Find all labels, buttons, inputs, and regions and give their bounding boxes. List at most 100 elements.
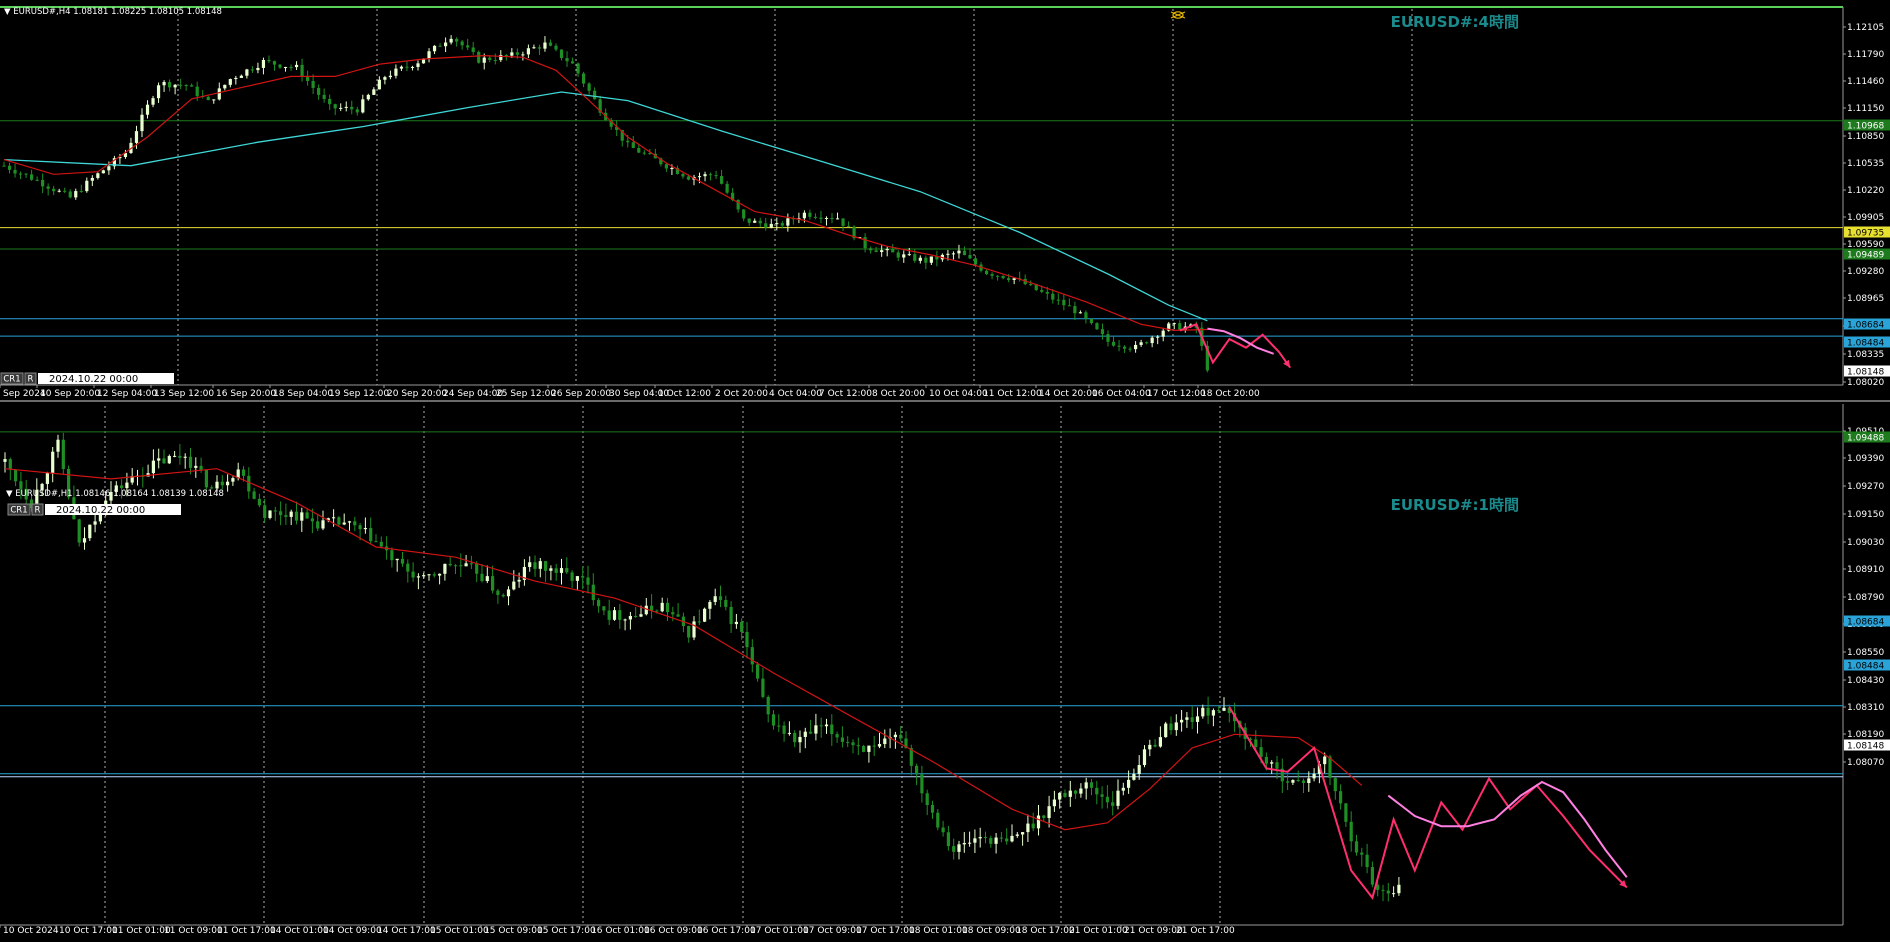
bear-candle	[874, 250, 878, 252]
price-tag-label: 1.09488	[1847, 434, 1884, 444]
bear-candle	[206, 96, 210, 101]
bear-candle	[758, 220, 762, 224]
bull-candle	[416, 576, 420, 578]
bull-candle	[973, 838, 977, 843]
trading-terminal-window: 1.12105 1.11790 1.11460 1.11150 1.10850 1.105…	[0, 0, 1890, 938]
price-label: 1.08910	[1847, 565, 1884, 575]
bear-candle	[1178, 323, 1182, 330]
h1-chart-header: ▼ EURUSD#,H1 1.08146 1.08164 1.08139 1.0…	[6, 489, 224, 499]
bull-candle	[929, 256, 933, 263]
h1-chart-panel[interactable]: 1.095101.093901.092701.091501.090301.089…	[0, 404, 1890, 936]
bear-candle	[453, 565, 458, 567]
bull-candle	[372, 89, 376, 95]
bull-candle	[449, 38, 453, 43]
bear-candle	[46, 186, 50, 189]
bull-candle	[1161, 330, 1165, 337]
h1-horizontal-lines[interactable]	[0, 431, 1843, 778]
time-label: 2 Oct 20:00	[715, 389, 768, 399]
bear-candle	[554, 568, 558, 573]
h4-cr-control[interactable]: CR1 R 2024.10.22 00:00	[0, 372, 174, 385]
bear-candle	[491, 576, 495, 591]
bear-candle	[793, 732, 797, 743]
bear-candle	[891, 248, 895, 253]
h1-price-axis: 1.095101.093901.092701.091501.090301.089…	[1843, 427, 1884, 768]
bear-candle	[983, 837, 988, 839]
bull-candle	[1078, 312, 1082, 314]
h1-forecast-red-line[interactable]	[1228, 706, 1628, 900]
bull-candle	[57, 190, 61, 192]
bull-candle	[512, 581, 516, 590]
bear-candle	[687, 626, 691, 638]
bull-candle	[543, 42, 547, 49]
bull-candle	[962, 842, 966, 845]
bull-candle	[145, 104, 150, 115]
bull-candle	[775, 223, 779, 225]
bear-candle	[1106, 334, 1110, 342]
bear-candle	[310, 518, 314, 522]
h1-cr-control[interactable]: CR1 R 2024.10.22 00:00	[7, 503, 181, 516]
bull-candle	[1132, 773, 1136, 780]
time-label: 14 Oct 20:00	[1039, 389, 1098, 399]
bull-candle	[361, 99, 365, 113]
cr1-button-label: CR1	[3, 375, 20, 385]
bear-candle	[581, 576, 585, 578]
bull-candle	[1158, 737, 1162, 747]
bear-candle	[317, 87, 321, 95]
h4-chart-panel[interactable]: 1.12105 1.11790 1.11460 1.11150 1.10850 1.105…	[0, 4, 1890, 399]
bear-candle	[405, 66, 409, 68]
bull-candle	[1142, 749, 1147, 766]
bear-candle	[565, 58, 569, 62]
bear-candle	[199, 465, 203, 470]
bear-candle	[554, 45, 558, 50]
bull-candle	[226, 481, 230, 486]
bear-candle	[448, 563, 452, 566]
bull-candle	[907, 254, 911, 256]
bear-candle	[936, 812, 940, 828]
bull-candle	[1134, 344, 1138, 350]
bear-candle	[168, 81, 172, 88]
bull-candle	[1307, 778, 1311, 783]
bear-candle	[742, 209, 746, 219]
price-label: 1.08310	[1847, 703, 1884, 713]
bear-candle	[1169, 723, 1173, 731]
time-label: 18 Oct 09:00	[962, 926, 1021, 936]
bear-candle	[438, 45, 442, 47]
bull-candle	[978, 837, 982, 839]
date-input-value: 2024.10.22 00:00	[56, 505, 145, 516]
bear-candle	[559, 49, 564, 59]
bull-candle	[1397, 884, 1401, 894]
price-label: 1.11460	[1847, 77, 1884, 87]
bear-candle	[899, 734, 903, 739]
bear-candle	[576, 63, 580, 74]
bear-candle	[8, 459, 12, 470]
h1-forecast-pink-line[interactable]	[1387, 780, 1628, 878]
bear-candle	[1084, 312, 1088, 319]
bull-candle	[321, 520, 325, 529]
bear-candle	[813, 216, 818, 218]
bear-candle	[771, 714, 776, 726]
bull-candle	[1150, 337, 1154, 344]
bear-candle	[460, 41, 464, 46]
h1-time-axis: 10 Oct 2024 10 Oct 17:0011 Oct 01:0011 Oc…	[0, 925, 1235, 936]
price-label: 1.10220	[1847, 186, 1884, 196]
bear-candle	[19, 481, 23, 489]
bull-candle	[538, 561, 542, 569]
bull-candle	[517, 579, 521, 582]
time-label: 21 Oct 09:00	[1124, 926, 1183, 936]
bear-candle	[1264, 756, 1268, 764]
bear-candle	[480, 573, 484, 582]
bear-candle	[856, 745, 860, 747]
bull-candle	[217, 88, 221, 100]
bear-candle	[184, 84, 188, 86]
bear-candle	[374, 541, 378, 543]
bull-candle	[90, 177, 94, 181]
chart-canvas[interactable]: 1.12105 1.11790 1.11460 1.11150 1.10850 1.105…	[0, 0, 1890, 938]
time-label: 17 Oct 12:00	[1147, 389, 1206, 399]
bear-candle	[41, 179, 45, 187]
bull-candle	[157, 458, 161, 461]
time-label: 25 Sep 12:00	[496, 389, 556, 399]
bear-candle	[162, 458, 166, 464]
bear-candle	[247, 475, 251, 492]
bull-candle	[388, 75, 392, 78]
bull-candle	[708, 601, 712, 609]
